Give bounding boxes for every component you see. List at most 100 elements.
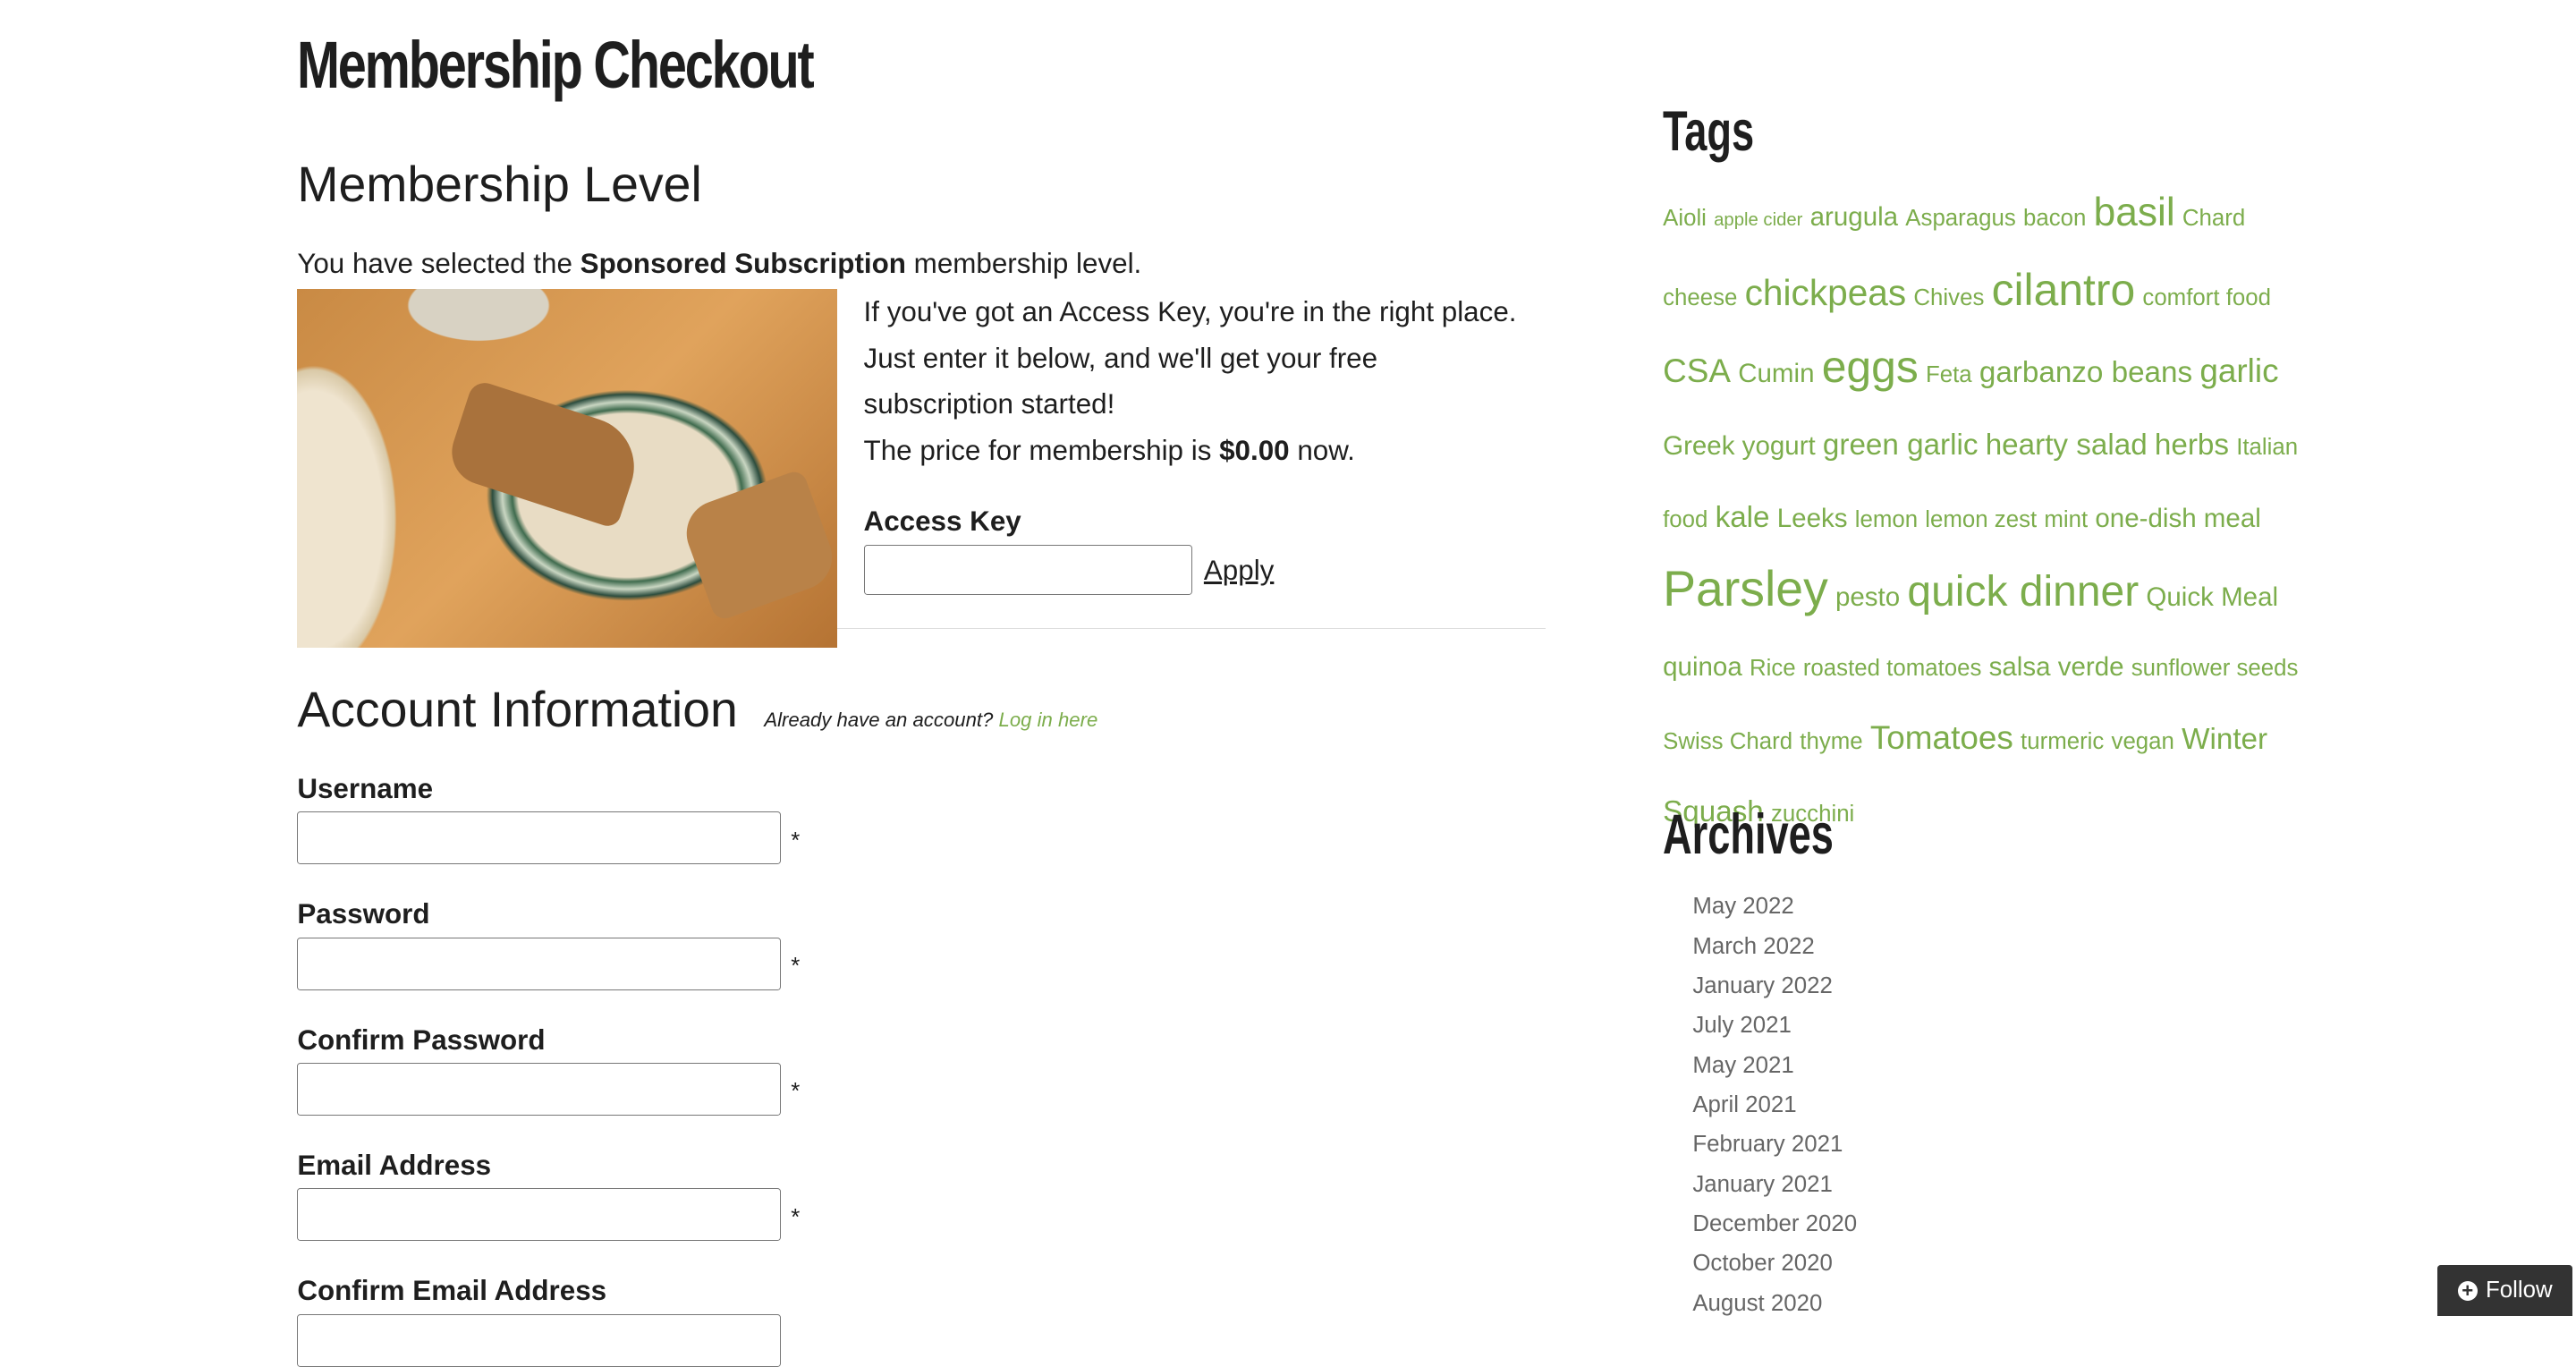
archive-item: March 2022 xyxy=(1692,927,1857,966)
tag-cloud: Aioli apple cider arugula Asparagus baco… xyxy=(1663,178,2307,849)
tag-link[interactable]: cilantro xyxy=(1992,265,2136,315)
tag-link[interactable]: lemon zest xyxy=(1925,507,2037,532)
tag-link[interactable]: Chard xyxy=(2182,206,2245,231)
tag-link[interactable]: chickpeas xyxy=(1745,272,1907,313)
apply-link[interactable]: Apply xyxy=(1204,555,1274,587)
tag-link[interactable]: garlic xyxy=(2199,352,2278,389)
form-field: Email Address * xyxy=(297,1149,801,1242)
selected-level-text: You have selected the Sponsored Subscrip… xyxy=(297,247,1142,279)
login-link[interactable]: Log in here xyxy=(999,709,1098,731)
archive-link[interactable]: March 2022 xyxy=(1692,934,1814,959)
archives-heading: Archives xyxy=(1663,803,1835,867)
field-label: Confirm Email Address xyxy=(297,1275,607,1307)
archive-link[interactable]: February 2021 xyxy=(1692,1132,1843,1157)
tag-link[interactable]: thyme xyxy=(1800,729,1862,754)
field-input[interactable] xyxy=(297,937,782,990)
tag-link[interactable]: Quick Meal xyxy=(2146,582,2278,612)
tags-heading: Tags xyxy=(1663,99,1755,163)
tag-link[interactable]: salsa verde xyxy=(1989,652,2124,682)
field-label: Password xyxy=(297,898,430,930)
tag-link[interactable]: bacon xyxy=(2023,206,2086,231)
tag-link[interactable]: hearty salad xyxy=(1986,429,2148,462)
price-text: The price for membership is $0.00 now. xyxy=(863,435,1355,467)
field-input[interactable] xyxy=(297,811,782,865)
tag-link[interactable]: mint xyxy=(2044,507,2088,532)
tag-link[interactable]: Aioli xyxy=(1663,206,1707,231)
archive-item: April 2021 xyxy=(1692,1085,1857,1125)
tag-link[interactable]: roasted tomatoes xyxy=(1803,656,1982,681)
tag-link[interactable]: cheese xyxy=(1663,285,1737,310)
field-label: Confirm Password xyxy=(297,1023,546,1056)
tag-link[interactable]: Rice xyxy=(1750,656,1796,681)
form-field: Confirm Password * xyxy=(297,1023,801,1117)
archive-link[interactable]: May 2022 xyxy=(1692,894,1793,919)
archive-item: July 2021 xyxy=(1692,1006,1857,1045)
archive-link[interactable]: April 2021 xyxy=(1692,1092,1796,1117)
field-input[interactable] xyxy=(297,1063,782,1117)
access-key-label: Access Key xyxy=(863,505,1021,537)
tag-link[interactable]: garbanzo beans xyxy=(1979,356,2192,389)
plus-circle-icon: + xyxy=(2457,1280,2478,1301)
level-image xyxy=(297,289,838,648)
tag-link[interactable]: turmeric xyxy=(2021,729,2104,754)
archive-item: August 2020 xyxy=(1692,1284,1857,1323)
tag-link[interactable]: comfort food xyxy=(2142,285,2271,310)
level-description: If you've got an Access Key, you're in t… xyxy=(864,289,1524,474)
tag-link[interactable]: lemon xyxy=(1855,507,1918,532)
archive-link[interactable]: December 2020 xyxy=(1692,1211,1857,1236)
tag-link[interactable]: eggs xyxy=(1822,342,1919,392)
follow-button[interactable]: + Follow xyxy=(2436,1265,2573,1317)
tag-link[interactable]: arugula xyxy=(1810,202,1898,232)
tag-link[interactable]: Swiss Chard xyxy=(1663,729,1792,754)
archive-item: December 2020 xyxy=(1692,1204,1857,1244)
field-label: Username xyxy=(297,773,434,805)
archive-link[interactable]: July 2021 xyxy=(1692,1013,1792,1038)
archive-link[interactable]: August 2020 xyxy=(1692,1291,1822,1316)
tag-link[interactable]: herbs xyxy=(2155,429,2229,462)
archive-link[interactable]: May 2021 xyxy=(1692,1053,1793,1078)
tag-link[interactable]: Asparagus xyxy=(1905,206,2015,231)
tag-link[interactable]: basil xyxy=(2094,191,2175,234)
access-key-input[interactable] xyxy=(863,545,1192,595)
tag-link[interactable]: kale xyxy=(1716,501,1770,534)
tag-link[interactable]: Greek yogurt xyxy=(1663,431,1816,461)
tag-link[interactable]: pesto xyxy=(1835,582,1900,612)
tag-link[interactable]: Tomatoes xyxy=(1870,719,2013,756)
form-field: Confirm Email Address xyxy=(297,1275,791,1367)
tag-link[interactable]: one-dish meal xyxy=(2095,504,2260,533)
tag-link[interactable]: Cumin xyxy=(1738,359,1814,388)
field-input[interactable] xyxy=(297,1313,782,1367)
tag-link[interactable]: Feta xyxy=(1926,362,1972,387)
archive-item: May 2022 xyxy=(1692,887,1857,926)
archive-item: January 2022 xyxy=(1692,966,1857,1006)
membership-level-heading: Membership Level xyxy=(297,156,702,212)
tag-link[interactable]: green garlic xyxy=(1823,429,1979,462)
archive-item: May 2021 xyxy=(1692,1046,1857,1085)
level-name: Sponsored Subscription xyxy=(580,247,906,279)
tag-link[interactable]: Parsley xyxy=(1663,561,1828,616)
required-marker: * xyxy=(791,1079,801,1105)
required-marker: * xyxy=(791,828,801,853)
tag-link[interactable]: apple cider xyxy=(1714,210,1802,230)
archive-link[interactable]: October 2020 xyxy=(1692,1251,1833,1276)
tag-link[interactable]: CSA xyxy=(1663,352,1731,389)
tag-link[interactable]: quick dinner xyxy=(1907,568,2139,616)
archive-item: February 2021 xyxy=(1692,1125,1857,1164)
divider xyxy=(837,627,1546,629)
tag-link[interactable]: Leeks xyxy=(1777,504,1848,533)
account-information-heading: Account Information xyxy=(297,681,738,737)
archive-item: January 2021 xyxy=(1692,1165,1857,1204)
tag-link[interactable]: vegan xyxy=(2112,729,2174,754)
required-marker: * xyxy=(791,1204,801,1230)
field-input[interactable] xyxy=(297,1188,782,1242)
tag-link[interactable]: quinoa xyxy=(1663,652,1742,682)
field-label: Email Address xyxy=(297,1149,492,1181)
account-information-header: Account Information Already have an acco… xyxy=(297,681,1098,737)
form-field: Username * xyxy=(297,773,801,865)
tag-link[interactable]: Chives xyxy=(1913,285,1984,310)
archive-item: October 2020 xyxy=(1692,1244,1857,1283)
archive-link[interactable]: January 2022 xyxy=(1692,973,1833,998)
tag-link[interactable]: sunflower seeds xyxy=(2131,656,2299,681)
required-marker: * xyxy=(791,954,801,980)
archive-link[interactable]: January 2021 xyxy=(1692,1172,1833,1197)
